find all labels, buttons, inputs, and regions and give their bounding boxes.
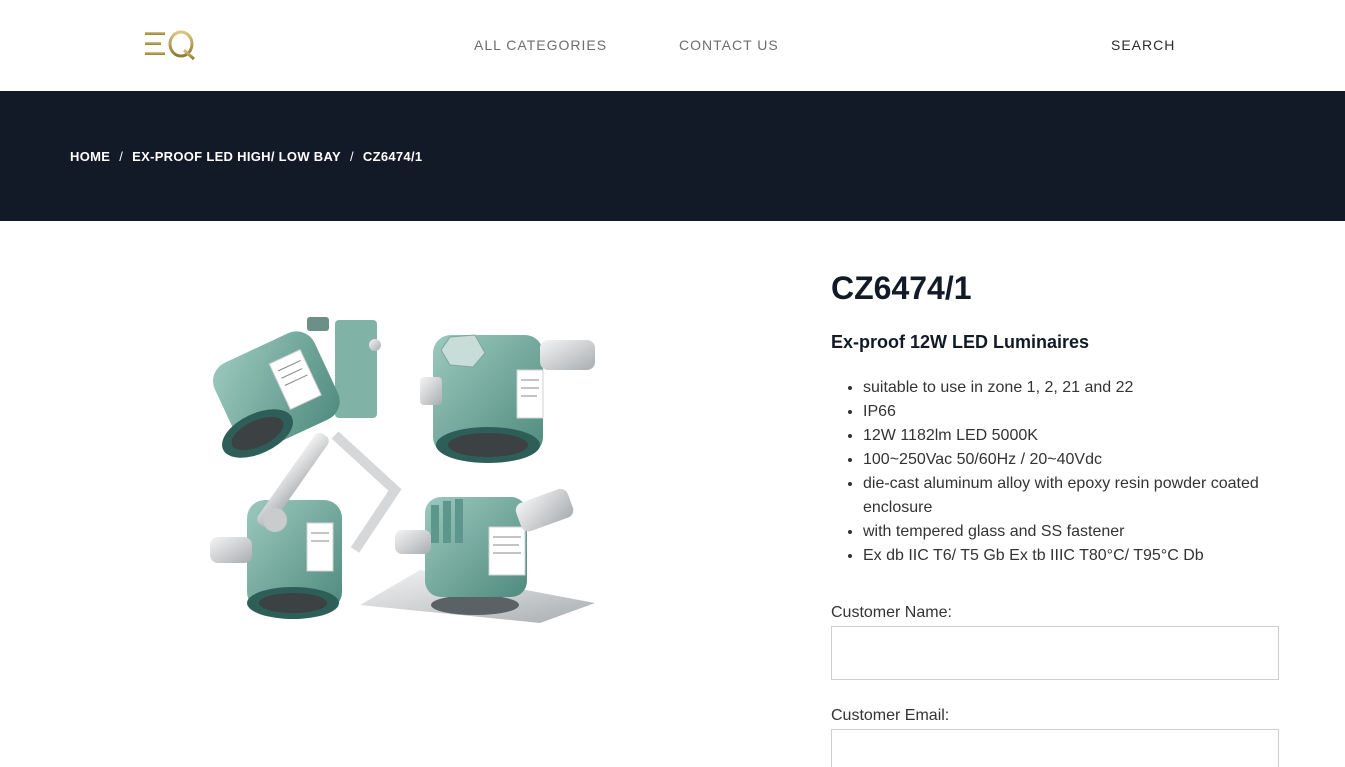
customer-email-label: Customer Email: [831,707,950,724]
feature-item: IP66 [863,400,1279,424]
feature-item: die-cast aluminum alloy with epoxy resin… [863,472,1279,520]
breadcrumb-home[interactable]: HOME [70,149,110,164]
feature-item: with tempered glass and SS fastener [863,520,1279,544]
product-photo [210,317,595,623]
feature-item: 100~250Vac 50/60Hz / 20~40Vdc [863,448,1279,472]
feature-item: Ex db IIC T6/ T5 Gb Ex tb IIIC T80°C/ T9… [863,544,1279,568]
product-image[interactable] [195,305,615,635]
customer-name-label: Customer Name: [831,604,952,621]
nav-all-categories[interactable]: ALL CATEGORIES [474,37,607,53]
breadcrumb-current: CZ6474/1 [362,149,423,164]
luminaire-bracket [210,431,402,619]
page-banner: HOME / EX-PROOF LED HIGH/ LOW BAY / CZ64… [0,91,1345,221]
luminaire-ceiling-plate [360,488,595,623]
nav-contact-us[interactable]: CONTACT US [679,37,779,53]
feature-list: suitable to use in zone 1, 2, 21 and 22 … [863,376,1279,568]
logo[interactable] [144,28,200,62]
luminaire-cable-gland [420,334,595,463]
product-details: CZ6474/1 Ex-proof 12W LED Luminaires sui… [831,268,1279,767]
breadcrumb-separator: / [119,149,124,164]
feature-item: 12W 1182lm LED 5000K [863,424,1279,448]
customer-email-field[interactable] [831,729,1279,767]
product-subtitle: Ex-proof 12W LED Luminaires [831,332,1090,352]
breadcrumb: HOME / EX-PROOF LED HIGH/ LOW BAY / CZ64… [70,149,422,164]
site-header: ALL CATEGORIES CONTACT US SEARCH [0,0,1345,91]
product-title: CZ6474/1 [831,270,972,306]
customer-name-field[interactable] [831,626,1279,680]
nav-search[interactable]: SEARCH [1111,37,1175,53]
breadcrumb-separator: / [349,149,354,164]
logo-mark [145,30,196,61]
feature-item: suitable to use in zone 1, 2, 21 and 22 [863,376,1279,400]
breadcrumb-category[interactable]: EX-PROOF LED HIGH/ LOW BAY [132,149,341,164]
